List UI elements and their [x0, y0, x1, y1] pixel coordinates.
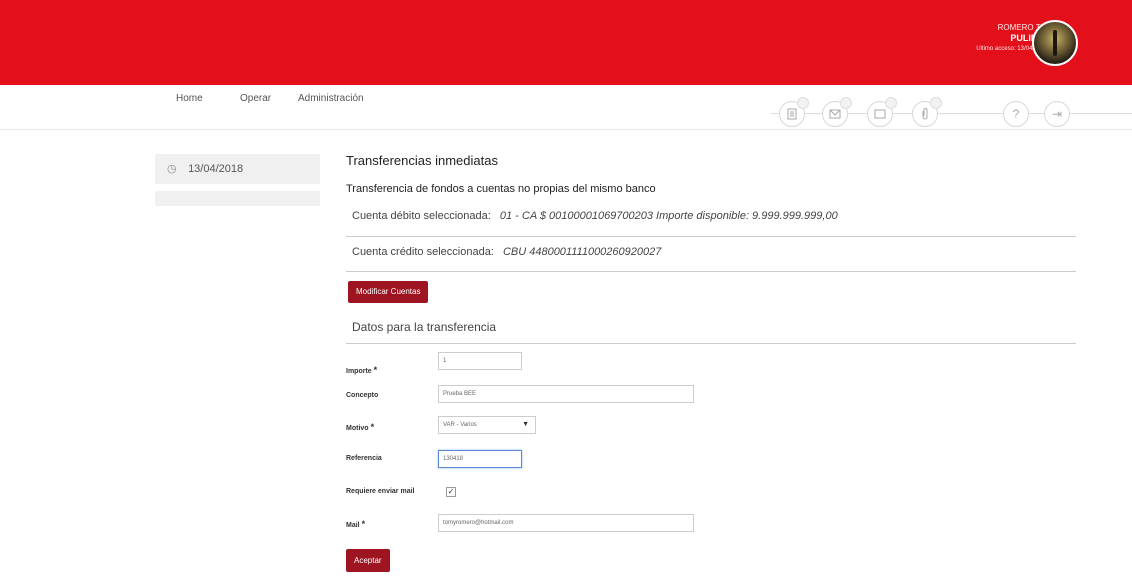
- notification-badge: [930, 97, 942, 109]
- motivo-label: Motivo *: [346, 422, 374, 432]
- debit-account-label: Cuenta débito seleccionada:: [352, 210, 491, 222]
- sidebar-date-panel: ◷ 13/04/2018: [155, 154, 320, 184]
- required-mark: *: [373, 365, 378, 375]
- nav-home[interactable]: Home: [176, 93, 203, 104]
- concepto-input[interactable]: Prueba BEE: [438, 385, 694, 403]
- concepto-label: Concepto: [346, 392, 379, 399]
- required-mark: *: [361, 519, 366, 529]
- clock-icon: ◷: [167, 163, 177, 175]
- nav-operar[interactable]: Operar: [240, 93, 271, 104]
- help-icon[interactable]: ?: [1003, 101, 1029, 127]
- credit-account-row: Cuenta crédito seleccionada: CBU 4480001…: [346, 246, 1076, 272]
- top-header-bar: ROMERO TOMAS PULIDA SRL Último acceso: 1…: [0, 0, 1132, 85]
- logout-glyph: ⇥: [1051, 107, 1063, 121]
- page-subtitle: Transferencia de fondos a cuentas no pro…: [346, 183, 656, 195]
- section-title: Datos para la transferencia: [352, 320, 497, 334]
- notification-badge: [797, 97, 809, 109]
- credit-account-value: CBU 4480001111000260920027: [502, 246, 662, 258]
- accept-button[interactable]: Aceptar: [346, 549, 390, 572]
- chevron-down-icon: ▼: [522, 421, 529, 428]
- sidebar-placeholder: [155, 191, 320, 206]
- mail-input[interactable]: tomyromero@hotmail.com: [438, 514, 694, 532]
- motivo-label-text: Motivo: [346, 425, 369, 432]
- mail-label: Mail *: [346, 519, 365, 529]
- credit-account-label: Cuenta crédito seleccionada:: [352, 246, 494, 258]
- mail-required-label: Requiere enviar mail: [346, 488, 415, 495]
- referencia-label: Referencia: [346, 455, 382, 462]
- mail-icon[interactable]: [822, 97, 852, 127]
- mail-label-text: Mail: [346, 522, 360, 529]
- importe-label: Importe *: [346, 365, 377, 375]
- page-title: Transferencias inmediatas: [346, 153, 498, 168]
- window-icon[interactable]: [867, 97, 897, 127]
- importe-label-text: Importe: [346, 368, 372, 375]
- modify-accounts-button[interactable]: Modificar Cuentas: [348, 281, 429, 303]
- section-divider: [346, 343, 1076, 344]
- importe-input[interactable]: 1: [438, 352, 522, 370]
- help-glyph: ?: [1012, 107, 1020, 121]
- referencia-input[interactable]: 130418: [438, 450, 522, 468]
- attachment-icon[interactable]: [912, 97, 942, 127]
- nav-administracion[interactable]: Administración: [298, 93, 364, 104]
- debit-account-row: Cuenta débito seleccionada: 01 - CA $ 00…: [346, 210, 1076, 237]
- required-mark: *: [370, 422, 375, 432]
- notification-badge: [885, 97, 897, 109]
- mail-required-checkbox[interactable]: ✓: [446, 487, 456, 497]
- main-nav: Home Operar Administración ? ⇥: [0, 85, 1132, 130]
- document-icon[interactable]: [779, 97, 809, 127]
- logout-icon[interactable]: ⇥: [1044, 101, 1070, 127]
- motivo-select[interactable]: VAR - Varios ▼: [438, 416, 536, 434]
- avatar[interactable]: [1032, 20, 1078, 66]
- notification-badge: [840, 97, 852, 109]
- debit-account-value: 01 - CA $ 00100001069700203 Importe disp…: [499, 210, 838, 222]
- motivo-select-value: VAR - Varios: [443, 422, 477, 428]
- sidebar-date: 13/04/2018: [188, 163, 244, 175]
